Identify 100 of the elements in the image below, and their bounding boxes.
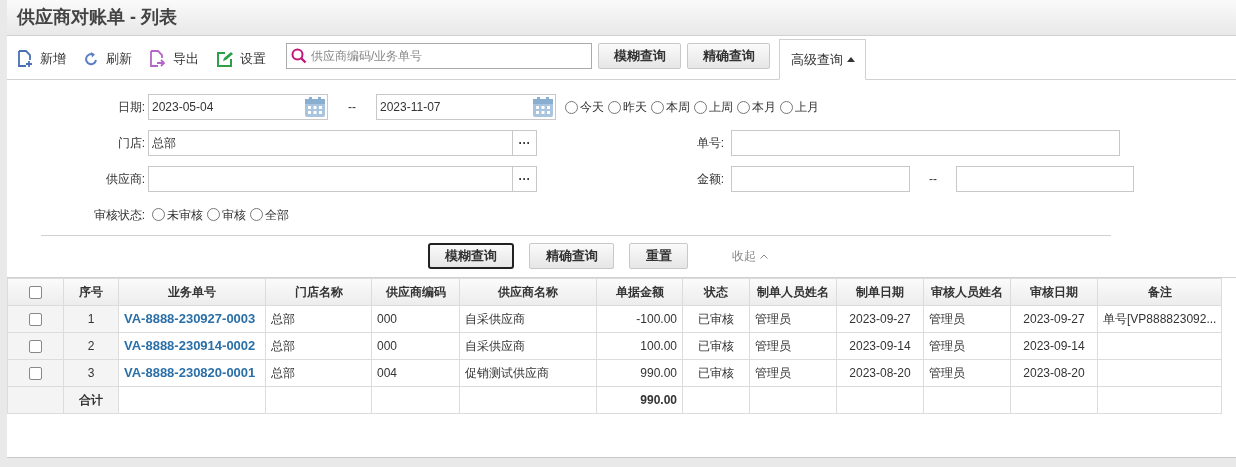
radio-label: 本周 bbox=[666, 99, 690, 116]
column-header: 状态 bbox=[682, 278, 750, 306]
radio-label: 上周 bbox=[709, 99, 733, 116]
table-cell: 004 bbox=[377, 366, 398, 380]
table-cell: 2023-09-27 bbox=[849, 312, 911, 326]
toolbar-button[interactable]: 设置 bbox=[216, 49, 266, 69]
table-cell: 总部 bbox=[271, 339, 295, 353]
radio-label: 昨天 bbox=[623, 99, 647, 116]
table-cell: 自采供应商 bbox=[465, 312, 525, 326]
table-cell: 000 bbox=[377, 339, 398, 353]
picker-button[interactable]: ··· bbox=[513, 130, 537, 156]
search-button[interactable]: 模糊查询 bbox=[428, 243, 514, 269]
table-cell: 2023-09-14 bbox=[1023, 339, 1085, 353]
input-field[interactable] bbox=[148, 166, 513, 192]
radio-button[interactable] bbox=[608, 100, 621, 114]
column-header: 审核人员姓名 bbox=[923, 278, 1011, 306]
toolbar-button[interactable]: 新增 bbox=[17, 49, 66, 69]
advanced-search-tab[interactable]: 高级查询 bbox=[779, 39, 866, 80]
table-cell: 2023-08-20 bbox=[1023, 366, 1085, 380]
range-separator: -- bbox=[347, 99, 357, 116]
calendar-icon bbox=[532, 96, 554, 118]
table-cell: 已审核 bbox=[698, 366, 734, 380]
window-title: 供应商对账单 - 列表 bbox=[17, 6, 177, 29]
table-cell: 已审核 bbox=[698, 339, 734, 353]
column-header: 序号 bbox=[63, 278, 119, 306]
collapse-link[interactable]: 收起 bbox=[732, 247, 768, 265]
table-cell: 2023-09-14 bbox=[849, 339, 911, 353]
column-header: 备注 bbox=[1097, 278, 1222, 306]
table-cell: 管理员 bbox=[755, 339, 791, 353]
radio-button[interactable] bbox=[207, 208, 220, 221]
radio-button[interactable] bbox=[250, 208, 263, 221]
table-cell: 合计 bbox=[79, 393, 103, 407]
checkbox[interactable] bbox=[29, 367, 42, 381]
table-cell: 1 bbox=[87, 312, 95, 326]
search-button[interactable]: 精确查询 bbox=[687, 43, 770, 69]
radio-button[interactable] bbox=[780, 100, 793, 114]
field-label: 单号: bbox=[695, 135, 725, 152]
field-label: 门店: bbox=[116, 135, 146, 152]
radio-button[interactable] bbox=[565, 100, 578, 114]
table-cell: 管理员 bbox=[755, 366, 791, 380]
input-field[interactable]: 2023-11-07 bbox=[376, 94, 556, 120]
radio-button[interactable] bbox=[651, 100, 664, 114]
search-icon bbox=[291, 48, 307, 64]
table-cell: 管理员 bbox=[929, 366, 965, 380]
column-header: 审核日期 bbox=[1010, 278, 1098, 306]
radio-label: 全部 bbox=[265, 206, 289, 224]
input-field[interactable]: 2023-05-04 bbox=[148, 94, 328, 120]
radio-label: 上月 bbox=[795, 99, 819, 116]
table-cell: 已审核 bbox=[698, 312, 734, 326]
picker-button[interactable]: ··· bbox=[513, 166, 537, 192]
chevron-up-icon bbox=[760, 253, 768, 259]
radio-label: 今天 bbox=[580, 99, 604, 116]
toolbar-button[interactable]: 导出 bbox=[149, 49, 199, 69]
column-header: 制单日期 bbox=[836, 278, 924, 306]
search-button[interactable]: 模糊查询 bbox=[598, 43, 681, 69]
table-cell: 990.00 bbox=[640, 393, 677, 407]
table-cell: 总部 bbox=[271, 312, 295, 326]
column-header: 单据金额 bbox=[596, 278, 683, 306]
add-file-icon bbox=[17, 50, 33, 68]
radio-button[interactable] bbox=[694, 100, 707, 114]
table-cell: 管理员 bbox=[755, 312, 791, 326]
table-cell: 自采供应商 bbox=[465, 339, 525, 353]
table-cell: -100.00 bbox=[636, 312, 677, 326]
input-field[interactable] bbox=[956, 166, 1134, 192]
table-cell: 3 bbox=[87, 366, 95, 380]
refresh-icon bbox=[83, 51, 99, 67]
radio-label: 审核 bbox=[222, 206, 246, 224]
edit-icon bbox=[216, 50, 233, 68]
column-header: 供应商编码 bbox=[371, 278, 460, 306]
column-header: 制单人员姓名 bbox=[749, 278, 837, 306]
table-cell: 990.00 bbox=[640, 366, 677, 380]
radio-label: 本月 bbox=[752, 99, 776, 116]
field-label: 日期: bbox=[116, 99, 146, 116]
toolbar-button[interactable]: 刷新 bbox=[83, 49, 132, 69]
table-cell: 总部 bbox=[271, 366, 295, 380]
table-cell: 000 bbox=[377, 312, 398, 326]
checkbox[interactable] bbox=[29, 313, 42, 327]
column-header: 供应商名称 bbox=[459, 278, 597, 306]
input-field[interactable]: 总部 bbox=[148, 130, 513, 156]
range-separator: -- bbox=[928, 171, 938, 188]
table-cell: 100.00 bbox=[640, 339, 677, 353]
field-label: 审核状态: bbox=[92, 206, 146, 224]
column-header: 业务单号 bbox=[118, 278, 266, 306]
search-button[interactable]: 精确查询 bbox=[529, 243, 614, 269]
table-cell: 管理员 bbox=[929, 339, 965, 353]
table-cell: 管理员 bbox=[929, 312, 965, 326]
input-field[interactable] bbox=[731, 166, 910, 192]
radio-label: 未审核 bbox=[167, 206, 203, 224]
export-file-icon bbox=[149, 50, 166, 68]
table-cell: 2023-08-20 bbox=[849, 366, 911, 380]
search-field[interactable]: 供应商编码/业务单号 bbox=[286, 43, 592, 69]
input-field[interactable] bbox=[731, 130, 1120, 156]
calendar-icon bbox=[304, 96, 326, 118]
radio-button[interactable] bbox=[152, 208, 165, 221]
search-button[interactable]: 重置 bbox=[629, 243, 688, 269]
checkbox[interactable] bbox=[29, 286, 42, 300]
radio-button[interactable] bbox=[737, 100, 750, 114]
checkbox[interactable] bbox=[29, 340, 42, 354]
table-cell: 促销测试供应商 bbox=[465, 366, 549, 380]
table-cell: 单号[VP888823092... bbox=[1103, 312, 1217, 326]
